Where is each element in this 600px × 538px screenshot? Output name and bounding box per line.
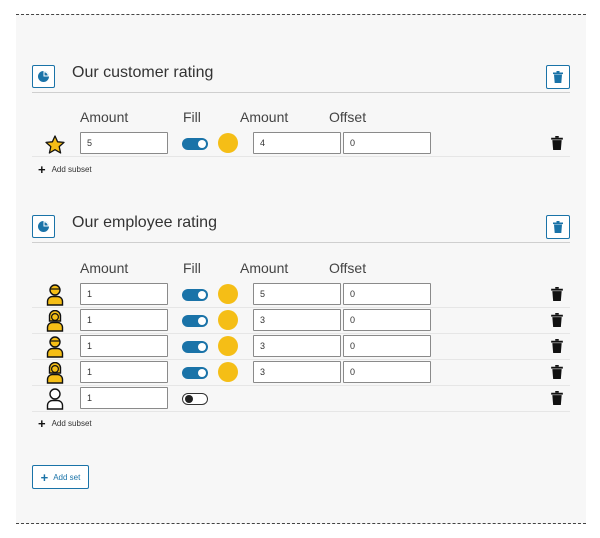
add-subset-label: Add subset [51, 418, 92, 428]
person-female-icon[interactable] [44, 309, 66, 333]
column-header-offset: Offset [329, 260, 367, 276]
amount-input[interactable] [80, 132, 168, 154]
subset-row [32, 131, 570, 157]
person-female-icon[interactable] [44, 361, 66, 385]
subset-row [32, 386, 570, 412]
amount-input[interactable] [80, 387, 168, 409]
offset-input[interactable] [343, 335, 431, 357]
trash-icon[interactable] [551, 339, 563, 353]
subset-row [32, 360, 570, 386]
add-set-label: Add set [53, 472, 81, 482]
divider [32, 242, 570, 243]
divider [32, 92, 570, 93]
trash-icon [553, 221, 563, 233]
collapse-set-button[interactable] [32, 65, 55, 88]
delete-set-button[interactable] [546, 215, 570, 239]
fill-toggle[interactable] [182, 289, 208, 301]
column-header-fill: Fill [183, 109, 201, 125]
fill-amount-input[interactable] [253, 309, 341, 331]
plus-icon: + [38, 415, 46, 431]
person-outline-icon[interactable] [44, 387, 66, 411]
add-subset-button[interactable]: + Add subset [38, 416, 92, 430]
person-icon[interactable] [44, 283, 66, 307]
fill-color-swatch[interactable] [218, 362, 238, 382]
fill-amount-input[interactable] [253, 335, 341, 357]
fill-amount-input[interactable] [253, 132, 341, 154]
trash-icon[interactable] [551, 391, 563, 405]
plus-icon: + [38, 161, 46, 177]
fill-toggle[interactable] [182, 367, 208, 379]
subset-row [32, 334, 570, 360]
trash-icon [553, 71, 563, 83]
offset-input[interactable] [343, 132, 431, 154]
trash-icon[interactable] [551, 365, 563, 379]
set-header: Our employee rating [16, 209, 586, 245]
fill-color-swatch[interactable] [218, 310, 238, 330]
star-icon[interactable] [44, 132, 66, 156]
column-header-amount: Amount [80, 109, 129, 125]
column-header-amount-2: Amount [240, 260, 289, 276]
fill-color-swatch[interactable] [218, 284, 238, 304]
amount-input[interactable] [80, 361, 168, 383]
fill-amount-input[interactable] [253, 283, 341, 305]
add-set-button[interactable]: + Add set [32, 465, 89, 489]
column-header-amount-2: Amount [240, 109, 289, 125]
fill-toggle[interactable] [182, 393, 208, 405]
delete-set-button[interactable] [546, 65, 570, 89]
pie-chart-icon [38, 221, 49, 232]
amount-input[interactable] [80, 283, 168, 305]
fill-color-swatch[interactable] [218, 336, 238, 356]
set-header: Our customer rating [16, 59, 586, 95]
amount-input[interactable] [80, 335, 168, 357]
subset-row [32, 282, 570, 308]
trash-icon[interactable] [551, 136, 563, 150]
column-header-offset: Offset [329, 109, 367, 125]
person-icon[interactable] [44, 335, 66, 359]
fill-toggle[interactable] [182, 138, 208, 150]
offset-input[interactable] [343, 361, 431, 383]
collapse-set-button[interactable] [32, 215, 55, 238]
add-subset-label: Add subset [51, 164, 92, 174]
plus-icon: + [40, 469, 49, 485]
add-subset-button[interactable]: + Add subset [38, 162, 92, 176]
column-header-fill: Fill [183, 260, 201, 276]
offset-input[interactable] [343, 283, 431, 305]
column-header-amount: Amount [80, 260, 129, 276]
fill-toggle[interactable] [182, 341, 208, 353]
amount-input[interactable] [80, 309, 168, 331]
offset-input[interactable] [343, 309, 431, 331]
pie-chart-icon [38, 71, 49, 82]
trash-icon[interactable] [551, 287, 563, 301]
fill-color-swatch[interactable] [218, 133, 238, 153]
subset-row [32, 308, 570, 334]
trash-icon[interactable] [551, 313, 563, 327]
fill-toggle[interactable] [182, 315, 208, 327]
fill-amount-input[interactable] [253, 361, 341, 383]
set-title: Our customer rating [72, 64, 214, 81]
rating-sets-panel: Our customer rating Amount Fill Amount O… [16, 14, 586, 524]
set-title: Our employee rating [72, 214, 217, 231]
